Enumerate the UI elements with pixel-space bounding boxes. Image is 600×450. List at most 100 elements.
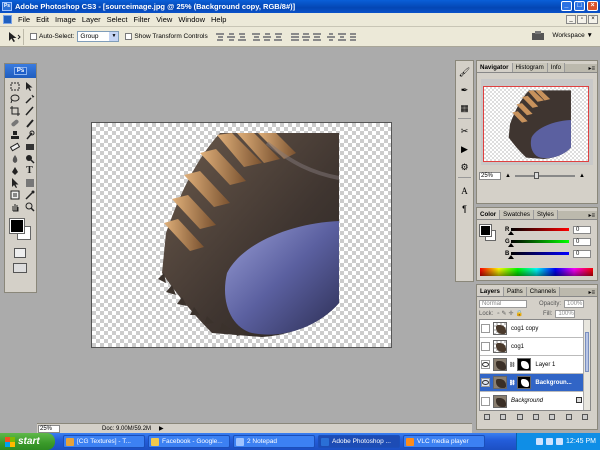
link-icon[interactable]: ⛓ bbox=[509, 362, 515, 368]
tray-security-icon[interactable] bbox=[556, 438, 564, 445]
doc-restore-button[interactable]: ▫ bbox=[577, 15, 587, 24]
notes-tool-icon[interactable] bbox=[8, 189, 21, 200]
tab-paths[interactable]: Paths bbox=[503, 287, 527, 296]
close-button[interactable]: × bbox=[587, 1, 598, 11]
panel-menu-icon[interactable]: ▸≡ bbox=[588, 65, 595, 72]
opacity-field[interactable]: 100% bbox=[564, 299, 585, 308]
screen-mode-icon[interactable] bbox=[13, 263, 27, 273]
color-spectrum[interactable] bbox=[480, 268, 593, 276]
eye-icon[interactable] bbox=[481, 378, 490, 387]
distribute-top-icon[interactable] bbox=[291, 32, 300, 41]
adjustment-layer-icon[interactable] bbox=[532, 414, 539, 420]
layer-row[interactable]: cog1 copy bbox=[480, 320, 590, 338]
add-mask-icon[interactable] bbox=[516, 414, 523, 420]
trash-icon[interactable] bbox=[581, 414, 588, 420]
clone-source-icon[interactable]: ⚙ bbox=[458, 161, 471, 174]
distribute-right-icon[interactable] bbox=[349, 32, 358, 41]
color-foreground-swatch[interactable] bbox=[479, 224, 492, 237]
red-slider[interactable] bbox=[508, 228, 569, 235]
magic-wand-tool-icon[interactable] bbox=[23, 93, 36, 104]
move-tool-preset-icon[interactable] bbox=[4, 28, 24, 45]
pen-tool-icon[interactable] bbox=[8, 165, 21, 176]
link-icon[interactable]: ⛓ bbox=[509, 380, 515, 386]
character-icon[interactable]: A bbox=[458, 184, 471, 197]
panel-menu-icon[interactable]: ▸≡ bbox=[588, 289, 595, 296]
clone-stamp-tool-icon[interactable] bbox=[8, 129, 21, 140]
paragraph-icon[interactable]: ¶ bbox=[458, 202, 471, 215]
foreground-color-swatch[interactable] bbox=[9, 218, 25, 234]
gradient-tool-icon[interactable] bbox=[23, 141, 36, 152]
type-tool-icon[interactable]: T bbox=[23, 165, 36, 176]
chevron-right-icon[interactable]: ▶ bbox=[159, 425, 164, 432]
tool-presets-icon[interactable]: ✒ bbox=[458, 84, 471, 97]
green-slider[interactable] bbox=[508, 240, 569, 247]
maximize-button[interactable]: □ bbox=[574, 1, 585, 11]
taskbar-item[interactable]: Facebook - Google... bbox=[148, 435, 230, 448]
doc-minimize-button[interactable]: _ bbox=[566, 15, 576, 24]
quick-mask-icon[interactable] bbox=[14, 248, 26, 258]
menu-edit[interactable]: Edit bbox=[33, 15, 52, 24]
menu-view[interactable]: View bbox=[153, 15, 175, 24]
blur-tool-icon[interactable] bbox=[8, 153, 21, 164]
eyedropper-tool-icon[interactable] bbox=[23, 189, 36, 200]
align-bottom-icon[interactable] bbox=[238, 32, 247, 41]
auto-select-checkbox[interactable] bbox=[30, 33, 37, 40]
move-tool-icon[interactable] bbox=[23, 81, 36, 92]
start-button[interactable]: start bbox=[0, 433, 55, 450]
bridge-icon[interactable] bbox=[531, 30, 545, 41]
path-selection-tool-icon[interactable] bbox=[8, 177, 21, 188]
align-top-icon[interactable] bbox=[216, 32, 225, 41]
tab-info[interactable]: Info bbox=[547, 63, 566, 72]
distribute-left-icon[interactable] bbox=[327, 32, 336, 41]
eraser-tool-icon[interactable] bbox=[8, 141, 21, 152]
color-swatches[interactable] bbox=[5, 216, 36, 244]
tab-swatches[interactable]: Swatches bbox=[500, 210, 534, 219]
zoom-slider-knob[interactable] bbox=[534, 171, 540, 179]
document-canvas[interactable] bbox=[91, 122, 392, 348]
zoom-level-field[interactable]: 25% bbox=[38, 424, 60, 433]
tab-styles[interactable]: Styles bbox=[533, 210, 558, 219]
navigator-preview[interactable] bbox=[481, 79, 593, 165]
navigator-zoom-field[interactable]: 25% bbox=[479, 171, 501, 180]
new-group-icon[interactable] bbox=[549, 414, 556, 420]
green-slider-knob[interactable] bbox=[508, 243, 514, 247]
hand-tool-icon[interactable] bbox=[8, 201, 21, 212]
layer-row-selected[interactable]: ⛓ Backgroun... bbox=[480, 374, 590, 392]
crop-tool-icon[interactable] bbox=[8, 105, 21, 116]
red-value-field[interactable]: 0 bbox=[573, 225, 591, 234]
history-icon[interactable]: ✂ bbox=[458, 125, 471, 138]
align-left-icon[interactable] bbox=[252, 32, 261, 41]
zoom-in-icon[interactable]: ▲ bbox=[579, 173, 585, 179]
blend-mode-dropdown[interactable]: Normal bbox=[479, 299, 527, 308]
tab-histogram[interactable]: Histogram bbox=[512, 63, 548, 72]
marquee-tool-icon[interactable] bbox=[8, 81, 21, 92]
menu-window[interactable]: Window bbox=[175, 15, 208, 24]
tab-layers[interactable]: Layers bbox=[477, 287, 504, 296]
document-icon[interactable] bbox=[3, 15, 12, 24]
tab-color[interactable]: Color bbox=[477, 210, 501, 219]
menu-image[interactable]: Image bbox=[52, 15, 79, 24]
minimize-button[interactable]: _ bbox=[561, 1, 572, 11]
layer-mask-thumbnail[interactable] bbox=[517, 376, 532, 389]
tab-navigator[interactable]: Navigator bbox=[477, 63, 513, 72]
actions-icon[interactable]: ▶ bbox=[458, 143, 471, 156]
lock-icons[interactable]: ▫✎✛🔒 bbox=[497, 310, 525, 317]
taskbar-item[interactable]: VLC media player bbox=[403, 435, 485, 448]
new-layer-icon[interactable] bbox=[565, 414, 572, 420]
layer-style-icon[interactable] bbox=[500, 414, 507, 420]
zoom-tool-icon[interactable] bbox=[23, 201, 36, 212]
taskbar-item[interactable]: 2 Notepad bbox=[233, 435, 315, 448]
green-value-field[interactable]: 0 bbox=[573, 237, 591, 246]
history-brush-tool-icon[interactable] bbox=[23, 129, 36, 140]
layer-row[interactable]: ⛓ Layer 1 bbox=[480, 356, 590, 374]
blue-slider[interactable] bbox=[508, 252, 569, 259]
visibility-toggle[interactable] bbox=[481, 342, 490, 351]
lasso-tool-icon[interactable] bbox=[8, 93, 21, 104]
healing-brush-tool-icon[interactable] bbox=[8, 117, 21, 128]
tray-network-icon[interactable] bbox=[536, 438, 544, 445]
layer-comps-icon[interactable]: ▦ bbox=[458, 102, 471, 115]
menu-help[interactable]: Help bbox=[208, 15, 229, 24]
doc-close-button[interactable]: × bbox=[588, 15, 598, 24]
dodge-tool-icon[interactable] bbox=[23, 153, 36, 164]
auto-select-dropdown[interactable]: Group ▼ bbox=[77, 31, 120, 42]
